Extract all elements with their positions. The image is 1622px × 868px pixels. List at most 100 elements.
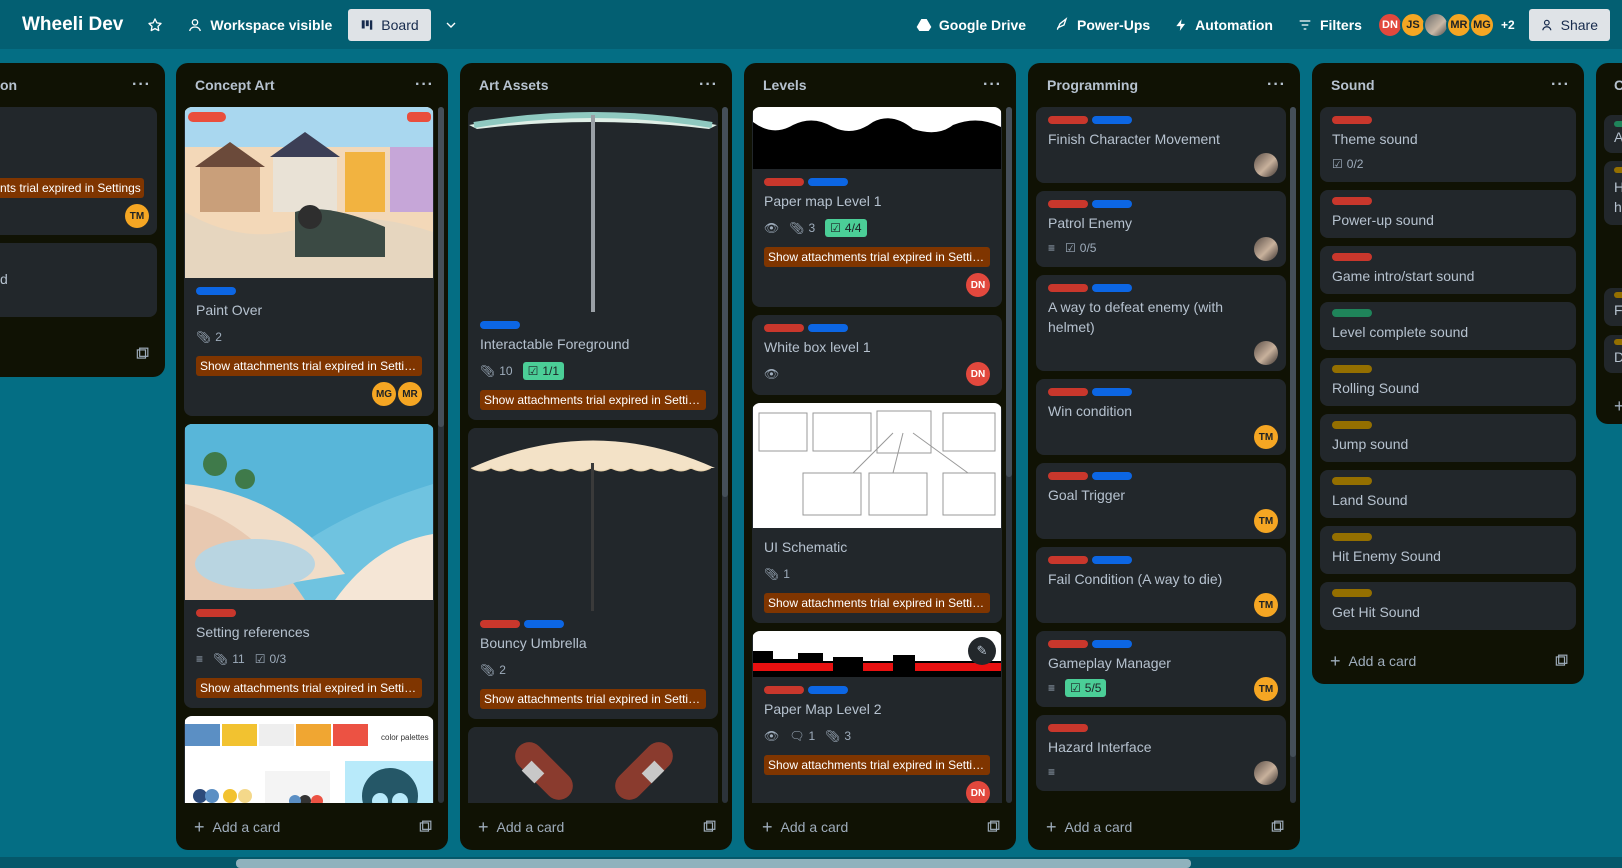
member-avatar[interactable]: TM [1254,425,1278,449]
card[interactable]: F [1604,288,1622,326]
template-icon[interactable] [1270,820,1284,834]
list-menu-icon[interactable]: ··· [1267,76,1286,94]
card-land-sound[interactable]: Land Sound [1320,470,1576,518]
card-title: Land Sound [1332,492,1408,508]
card-title: H [1614,179,1622,195]
card-gameplay-manager[interactable]: Gameplay Manager ≡ ☑ 5/5 TM [1036,631,1286,707]
power-ups-button[interactable]: Power-Ups [1046,9,1158,41]
google-drive-button[interactable]: Google Drive [908,9,1034,41]
template-icon[interactable] [1554,654,1568,668]
attachments-banner[interactable]: Show attachments trial expired in Settin… [196,678,422,698]
card-paper-map-level-1[interactable]: Paper map Level 1 👁︎ 📎︎ 3 ☑ 4/4 Show attac… [752,107,1002,307]
template-icon[interactable] [418,820,432,834]
list-title[interactable]: C [1614,77,1622,93]
list-menu-icon[interactable]: ··· [132,76,151,94]
share-button[interactable]: Share [1528,8,1610,41]
automation-button[interactable]: Automation [1166,9,1281,41]
member-avatar[interactable]: TM [1254,593,1278,617]
card-goal-trigger[interactable]: Goal Trigger TM [1036,463,1286,539]
card-level-complete-sound[interactable]: Level complete sound [1320,302,1576,350]
card-title: Fail Condition (A way to die) [1048,571,1223,587]
list-title[interactable]: on [0,77,17,93]
member-avatar[interactable]: TM [1254,677,1278,701]
card-jump-sound[interactable]: Jump sound [1320,414,1576,462]
list-title[interactable]: Art Assets [479,77,549,93]
plus-icon: + [762,816,773,837]
list-title[interactable]: Programming [1047,77,1138,93]
card-cover-only[interactable] [468,727,718,803]
card-power-up-sound[interactable]: Power-up sound [1320,190,1576,238]
card-defeat-enemy[interactable]: A way to defeat enemy (with helmet) [1036,275,1286,371]
template-icon[interactable] [702,820,716,834]
board-members[interactable]: DN JS MR MG +2 [1376,11,1515,38]
card-fail-condition[interactable]: Fail Condition (A way to die) TM [1036,547,1286,623]
attachments-banner[interactable]: Show attachments trial expired in Settin… [480,689,706,709]
list-title[interactable]: Levels [763,77,807,93]
list-menu-icon[interactable]: ··· [699,76,718,94]
attachments-banner[interactable]: Show attachments trial expired in Settin… [764,247,990,267]
add-card-button[interactable]: + Add a card [1046,818,1132,836]
card-color-palettes[interactable]: color palettes [184,716,434,803]
card-paper-map-level-2[interactable]: ✎ Paper Map Level 2 👁︎ 🗨︎ 1 📎︎ 3 Show atta… [752,631,1002,803]
board-view-button[interactable]: Board [348,8,431,41]
member-avatar[interactable]: DN [966,781,990,803]
member-avatar-photo[interactable] [1254,761,1278,785]
template-icon[interactable] [135,347,149,361]
attachments-banner[interactable]: Show attachments trial expired in Settin… [196,356,422,376]
card-setting-references[interactable]: Setting references ≡ 📎︎ 11 ☑ 0/3 Show atta… [184,424,434,708]
card-theme-sound[interactable]: Theme sound ☑ 0/2 [1320,107,1576,182]
list-title[interactable]: Concept Art [195,77,275,93]
add-card-button[interactable]: + Add a card [478,818,564,836]
card-patrol-enemy[interactable]: Patrol Enemy ≡ ☑ 0/5 [1036,191,1286,267]
card[interactable]: H h [1604,161,1622,225]
card-rolling-sound[interactable]: Rolling Sound [1320,358,1576,406]
card-finish-character-movement[interactable]: Finish Character Movement [1036,107,1286,183]
board-scrollbar-thumb[interactable] [236,859,1191,868]
card-game-intro-sound[interactable]: Game intro/start sound [1320,246,1576,294]
card-get-hit-sound[interactable]: Get Hit Sound [1320,582,1576,630]
card-interactable-foreground[interactable]: Interactable Foreground 📎︎ 10 ☑ 1/1 Show a… [468,107,718,420]
member-avatar[interactable]: MR [398,382,422,406]
label-red [1332,116,1372,124]
filters-button[interactable]: Filters [1289,9,1370,41]
member-avatar-photo[interactable] [1254,153,1278,177]
view-switcher-button[interactable] [435,9,467,41]
card[interactable]: A [1604,115,1622,153]
add-card-button[interactable]: + Add a card [194,818,280,836]
list-menu-icon[interactable]: ··· [415,76,434,94]
more-members-count[interactable]: +2 [1501,18,1515,32]
card[interactable]: nts trial expired in Settings TM [0,107,157,235]
card[interactable]: d [0,243,157,317]
visibility-button[interactable]: Workspace visible [179,9,340,41]
member-avatar-photo[interactable] [1254,237,1278,261]
avatar[interactable]: MG [1468,11,1495,38]
card-bouncy-umbrella[interactable]: Bouncy Umbrella 📎︎ 2 Show attachments tri… [468,428,718,719]
list-title[interactable]: Sound [1331,77,1375,93]
member-avatar-photo[interactable] [1254,341,1278,365]
attachments-banner[interactable]: Show attachments trial expired in Settin… [480,390,706,410]
card-white-box-level-1[interactable]: White box level 1 👁︎ DN [752,315,1002,395]
member-avatar[interactable]: MG [372,382,396,406]
star-button[interactable] [139,9,171,41]
add-card-button[interactable]: + Add a card [1330,652,1416,670]
board-title[interactable]: Wheeli Dev [22,14,123,36]
list-menu-icon[interactable]: ··· [1551,76,1570,94]
card-paint-over[interactable]: Paint Over 📎︎ 2 Show attachments trial ex… [184,107,434,416]
card-win-condition[interactable]: Win condition TM [1036,379,1286,455]
member-avatar[interactable]: TM [1254,509,1278,533]
edit-card-pencil-icon[interactable]: ✎ [968,637,996,665]
card[interactable]: D [1604,335,1622,373]
member-avatar[interactable]: DN [966,273,990,297]
card-hazard-interface[interactable]: Hazard Interface ≡ [1036,715,1286,791]
card-ui-schematic[interactable]: UI Schematic 📎︎ 1 Show attachments trial … [752,403,1002,623]
card-hit-enemy-sound[interactable]: Hit Enemy Sound [1320,526,1576,574]
attachments-banner[interactable]: nts trial expired in Settings [0,178,144,198]
attachments-banner[interactable]: Show attachments trial expired in Settin… [764,755,990,775]
list-menu-icon[interactable]: ··· [983,76,1002,94]
member-avatar[interactable]: DN [966,362,990,386]
plus-icon[interactable]: + [1614,397,1622,415]
attachments-banner[interactable]: Show attachments trial expired in Settin… [764,593,990,613]
add-card-button[interactable]: + Add a card [762,816,848,837]
member-avatar[interactable]: TM [125,204,149,228]
template-icon[interactable] [986,820,1000,834]
